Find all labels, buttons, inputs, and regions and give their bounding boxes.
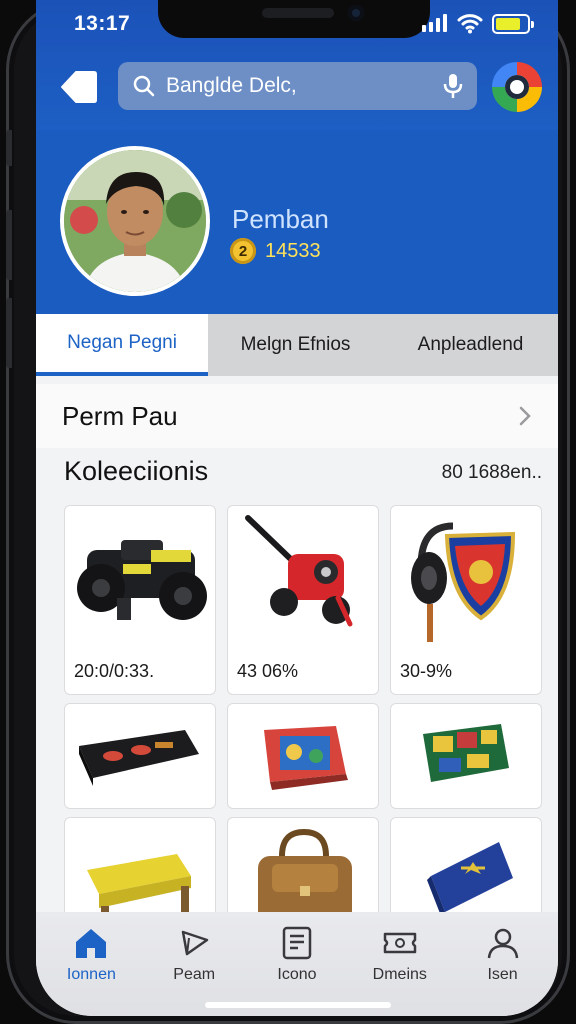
avatar[interactable]	[60, 146, 210, 296]
product-card[interactable]: 20:0/0:33.	[64, 505, 216, 695]
nav-label: Dmeins	[372, 966, 427, 983]
search-icon	[133, 75, 155, 97]
blue-folder-image	[427, 842, 513, 916]
headphones-shield-image	[411, 522, 516, 642]
front-camera	[348, 5, 364, 21]
product-card[interactable]	[390, 817, 542, 927]
wifi-icon	[457, 14, 483, 34]
cellular-signal-icon	[422, 14, 447, 32]
collection-count[interactable]: 80 1688en..	[442, 462, 542, 484]
nav-item-home[interactable]: Ionnen	[40, 912, 143, 1016]
board-game-image	[264, 726, 348, 790]
back-arrow-icon[interactable]	[58, 68, 98, 106]
app-screen: 13:17 Banglde Delc, Pemban 2 14533 Negan…	[36, 0, 558, 1016]
red-cannon-toy-image	[245, 515, 353, 627]
product-card[interactable]	[227, 703, 379, 809]
black-case-image	[79, 730, 199, 786]
section-title: Perm Pau	[62, 400, 178, 431]
coin-icon: 2	[230, 238, 256, 264]
profile-name: Pemban	[232, 204, 329, 234]
volume-up-button	[6, 210, 12, 280]
nav-label: Icono	[277, 966, 317, 983]
nav-label: Ionnen	[66, 966, 116, 983]
volume-down-button	[6, 298, 12, 368]
tab-negan-pegni[interactable]: Negan Pegni	[36, 314, 208, 376]
nav-item-dmeins[interactable]: Dmeins	[348, 912, 451, 1016]
product-card[interactable]: 43 06%	[227, 505, 379, 695]
nav-item-isen[interactable]: Isen	[451, 912, 554, 1016]
product-card[interactable]	[227, 817, 379, 927]
profile-banner: Pemban 2 14533	[36, 130, 558, 314]
nav-item-icono[interactable]: Icono	[246, 912, 349, 1016]
notch	[158, 0, 430, 38]
tab-anpleadlend[interactable]: Anpleadlend	[383, 314, 558, 376]
battery-icon	[492, 14, 534, 34]
send-icon	[181, 930, 209, 956]
nav-item-peam[interactable]: Peam	[143, 912, 246, 1016]
search-bar[interactable]	[118, 62, 477, 110]
yellow-stool-image	[87, 854, 191, 926]
home-indicator[interactable]	[205, 1002, 391, 1008]
product-price: 43 06%	[237, 661, 299, 681]
product-card[interactable]: 30-9%	[390, 505, 542, 695]
silent-switch	[6, 130, 12, 166]
product-card[interactable]	[64, 703, 216, 809]
chevron-right-icon	[519, 406, 531, 426]
product-card[interactable]	[64, 817, 216, 927]
card-box-image	[423, 724, 509, 782]
microphone-icon[interactable]	[443, 72, 463, 100]
leather-bag-image	[258, 828, 352, 926]
nav-label: Isen	[487, 966, 518, 983]
product-price: 30-9%	[400, 661, 453, 681]
collection-title: Koleeciionis	[64, 456, 209, 486]
tab-melgn-efnios[interactable]: Melgn Efnios	[208, 314, 383, 376]
robot-toy-image	[77, 540, 207, 620]
nav-label: Peam	[173, 966, 216, 983]
list-icon	[282, 926, 312, 960]
section-row[interactable]: Perm Pau	[36, 384, 558, 448]
header-bar: 13:17	[36, 0, 558, 130]
product-price: 20:0/0:33.	[74, 661, 155, 681]
points-balance: 14533	[265, 240, 321, 262]
phone-frame: 13:17 Banglde Delc, Pemban 2 14533 Negan…	[6, 0, 570, 1024]
home-icon	[76, 929, 107, 958]
user-icon	[487, 928, 518, 959]
search-input[interactable]	[166, 74, 443, 98]
brand-logo-icon[interactable]	[492, 62, 542, 112]
bottom-nav: Ionnen Peam Icono Dmeins Isen	[36, 912, 558, 1016]
speaker-grille	[262, 8, 334, 18]
product-card[interactable]	[390, 703, 542, 809]
status-time: 13:17	[74, 12, 131, 35]
ticket-icon	[383, 932, 417, 954]
tab-bar: Negan Pegni Melgn Efnios Anpleadlend	[36, 314, 558, 376]
